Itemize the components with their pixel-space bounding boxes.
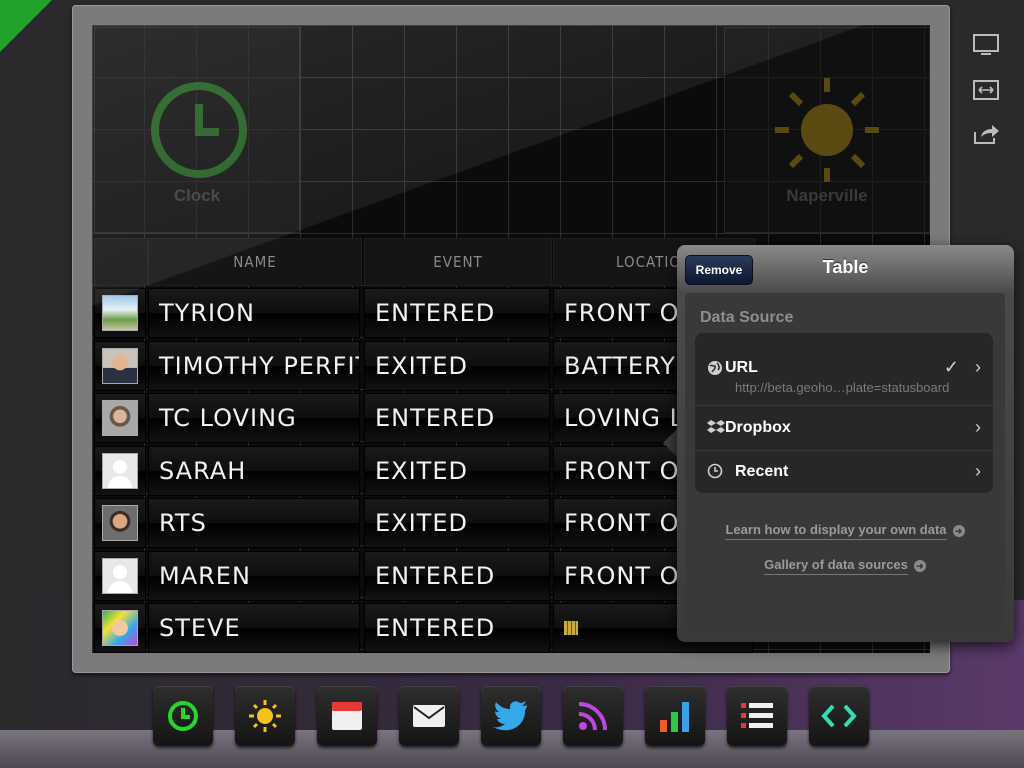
avatar-cell: [94, 498, 146, 548]
building-icon: [564, 621, 578, 635]
avatar-cell: [94, 340, 146, 391]
avatar-cell: [94, 603, 146, 653]
popover-arrow: [663, 428, 678, 458]
list-icon: [741, 702, 773, 730]
dock-button-mail[interactable]: [399, 686, 459, 746]
name-cell: STEVE: [148, 603, 360, 653]
popover-title: Table: [822, 257, 869, 277]
dropbox-label: Dropbox: [725, 419, 791, 436]
avatar-cell: [94, 393, 146, 443]
resize-icon[interactable]: [972, 78, 1000, 102]
dock-button-twitter[interactable]: [481, 686, 541, 746]
gallery-link-text: Gallery of data sources: [764, 557, 908, 575]
avatar: [102, 452, 138, 489]
clock-label: Clock: [173, 186, 221, 205]
name-cell: TC LOVING: [148, 393, 360, 443]
name-cell: TIMOTHY PERFITT: [148, 340, 360, 391]
avatar: [102, 347, 138, 384]
avatar: [102, 610, 138, 646]
learn-link[interactable]: Learn how to display your own data ➜: [685, 522, 1005, 540]
bar-chart-icon: [658, 700, 692, 732]
chevron-right-icon: ›: [975, 357, 981, 377]
data-source-url[interactable]: URL ✓ › http://beta.geoho…plate=statusbo…: [695, 333, 993, 406]
header-event: EVENT: [364, 238, 552, 286]
avatar: [102, 295, 138, 331]
name-cell: SARAH: [148, 445, 360, 496]
checkmark-icon: ✓: [943, 357, 959, 377]
event-cell: EXITED: [364, 445, 550, 496]
event-cell: EXITED: [364, 340, 550, 391]
data-source-recent[interactable]: Recent ›: [695, 451, 993, 493]
popover-body: Data Source URL ✓ › http://beta.geoho…pl…: [685, 293, 1005, 633]
clock-icon: [707, 463, 723, 479]
arrow-circle-icon: ➜: [913, 559, 926, 572]
header-name: NAME: [148, 238, 362, 286]
dock-button-clock[interactable]: [153, 686, 213, 746]
learn-link-text: Learn how to display your own data: [725, 522, 947, 540]
data-source-list: URL ✓ › http://beta.geoho…plate=statusbo…: [695, 333, 993, 493]
sun-icon: [247, 698, 283, 734]
clock-icon: [166, 699, 200, 733]
event-cell: ENTERED: [364, 393, 550, 443]
calendar-icon: [331, 701, 363, 731]
avatar-cell: [94, 288, 146, 338]
twitter-icon: [493, 701, 529, 731]
arrow-circle-icon: ➜: [952, 524, 965, 537]
avatar: [102, 557, 138, 594]
dock-button-calendar[interactable]: [317, 686, 377, 746]
url-label: URL: [725, 359, 758, 376]
data-source-label: Data Source: [700, 309, 794, 326]
avatar-cell: [94, 445, 146, 496]
gallery-link[interactable]: Gallery of data sources ➜: [685, 557, 1005, 575]
weather-label: Naperville: [786, 186, 868, 205]
event-cell: ENTERED: [364, 288, 550, 338]
chevron-right-icon: ›: [975, 417, 981, 437]
avatar: [102, 400, 138, 436]
recent-label: Recent: [735, 463, 789, 480]
event-cell: EXITED: [364, 498, 550, 548]
data-source-dropbox[interactable]: Dropbox ›: [695, 406, 993, 451]
name-cell: RTS: [148, 498, 360, 548]
dock-button-code[interactable]: [809, 686, 869, 746]
share-icon[interactable]: [972, 122, 1000, 146]
dock-button-sun[interactable]: [235, 686, 295, 746]
avatar: [102, 505, 138, 541]
weather-widget[interactable]: Naperville: [724, 27, 930, 233]
header-avatar: [94, 238, 148, 286]
table-settings-popover: Remove Table Data Source URL ✓ › http://…: [677, 245, 1014, 642]
chevron-right-icon: ›: [975, 461, 981, 481]
name-cell: TYRION: [148, 288, 360, 338]
name-cell: MAREN: [148, 550, 360, 601]
globe-icon: [708, 361, 722, 375]
avatar-cell: [94, 550, 146, 601]
event-cell: ENTERED: [364, 603, 550, 653]
rss-icon: [577, 700, 609, 732]
dock-button-bar-chart[interactable]: [645, 686, 705, 746]
mail-icon: [412, 704, 446, 728]
event-cell: ENTERED: [364, 550, 550, 601]
display-icon[interactable]: [972, 33, 1000, 57]
code-icon: [821, 703, 857, 729]
url-value: http://beta.geoho…plate=statusboard: [735, 380, 950, 395]
done-corner[interactable]: [0, 0, 52, 52]
dock-button-list[interactable]: [727, 686, 787, 746]
clock-widget[interactable]: Clock: [94, 27, 300, 233]
dropbox-icon: [707, 420, 725, 433]
dock-button-rss[interactable]: [563, 686, 623, 746]
